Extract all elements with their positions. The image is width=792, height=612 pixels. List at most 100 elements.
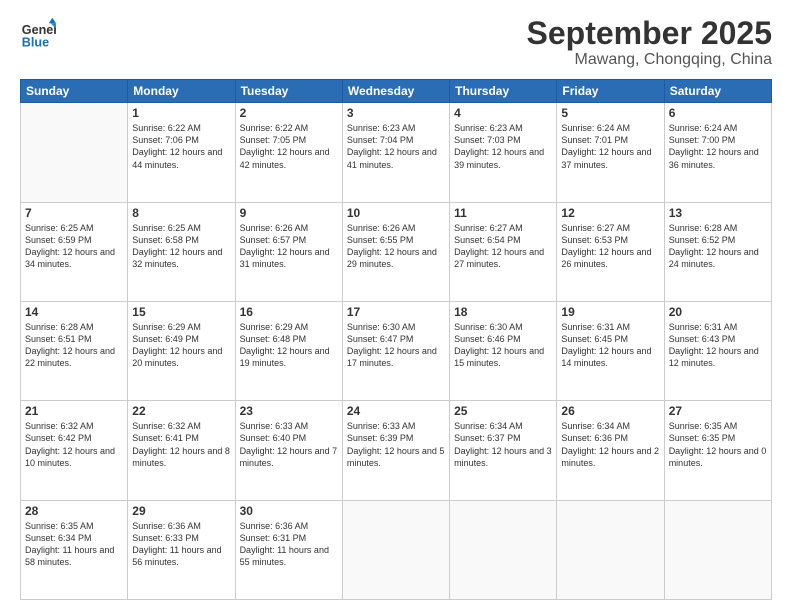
day-number: 11 <box>454 206 552 220</box>
calendar-cell: 1 Sunrise: 6:22 AMSunset: 7:06 PMDaylight… <box>128 103 235 202</box>
calendar-cell: 3 Sunrise: 6:23 AMSunset: 7:04 PMDaylight… <box>342 103 449 202</box>
week-row-3: 21Sunrise: 6:32 AMSunset: 6:42 PMDayligh… <box>21 401 772 500</box>
day-number: 18 <box>454 305 552 319</box>
day-number: 10 <box>347 206 445 220</box>
calendar-cell: 5 Sunrise: 6:24 AMSunset: 7:01 PMDaylight… <box>557 103 664 202</box>
cell-info: Sunrise: 6:33 AMSunset: 6:39 PMDaylight:… <box>347 420 445 469</box>
calendar-cell: 13Sunrise: 6:28 AMSunset: 6:52 PMDayligh… <box>664 202 771 301</box>
calendar-cell: 6 Sunrise: 6:24 AMSunset: 7:00 PMDaylight… <box>664 103 771 202</box>
calendar-cell: 23Sunrise: 6:33 AMSunset: 6:40 PMDayligh… <box>235 401 342 500</box>
cell-info: Sunrise: 6:33 AMSunset: 6:40 PMDaylight:… <box>240 420 338 469</box>
cell-info: Sunrise: 6:23 AMSunset: 7:04 PMDaylight:… <box>347 122 445 171</box>
day-number: 24 <box>347 404 445 418</box>
calendar-cell: 11 Sunrise: 6:27 AMSunset: 6:54 PMDayligh… <box>450 202 557 301</box>
month-title: September 2025 <box>527 16 772 51</box>
day-number: 15 <box>132 305 230 319</box>
day-number: 19 <box>561 305 659 319</box>
day-number: 6 <box>669 106 767 120</box>
cell-info: Sunrise: 6:29 AMSunset: 6:48 PMDaylight:… <box>240 321 338 370</box>
calendar-header-row: SundayMondayTuesdayWednesdayThursdayFrid… <box>21 80 772 103</box>
calendar-cell: 4Sunrise: 6:23 AMSunset: 7:03 PMDaylight… <box>450 103 557 202</box>
cell-info: Sunrise: 6:36 AMSunset: 6:31 PMDaylight:… <box>240 520 338 569</box>
day-number: 1 <box>132 106 230 120</box>
cell-info: Sunrise: 6:22 AMSunset: 7:05 PMDaylight:… <box>240 122 338 171</box>
cell-info: Sunrise: 6:25 AMSunset: 6:59 PMDaylight:… <box>25 222 123 271</box>
title-block: September 2025 Mawang, Chongqing, China <box>527 16 772 69</box>
calendar-cell: 30 Sunrise: 6:36 AMSunset: 6:31 PMDayligh… <box>235 500 342 599</box>
calendar-cell: 15 Sunrise: 6:29 AMSunset: 6:49 PMDayligh… <box>128 301 235 400</box>
calendar-cell: 22 Sunrise: 6:32 AMSunset: 6:41 PMDayligh… <box>128 401 235 500</box>
calendar-cell: 21Sunrise: 6:32 AMSunset: 6:42 PMDayligh… <box>21 401 128 500</box>
calendar-cell <box>450 500 557 599</box>
calendar-cell <box>21 103 128 202</box>
calendar-cell: 14 Sunrise: 6:28 AMSunset: 6:51 PMDayligh… <box>21 301 128 400</box>
col-header-friday: Friday <box>557 80 664 103</box>
calendar-cell: 7 Sunrise: 6:25 AMSunset: 6:59 PMDaylight… <box>21 202 128 301</box>
col-header-sunday: Sunday <box>21 80 128 103</box>
day-number: 5 <box>561 106 659 120</box>
day-number: 16 <box>240 305 338 319</box>
cell-info: Sunrise: 6:26 AMSunset: 6:57 PMDaylight:… <box>240 222 338 271</box>
calendar-cell: 19 Sunrise: 6:31 AMSunset: 6:45 PMDayligh… <box>557 301 664 400</box>
week-row-4: 28 Sunrise: 6:35 AMSunset: 6:34 PMDayligh… <box>21 500 772 599</box>
location-title: Mawang, Chongqing, China <box>527 51 772 69</box>
calendar-table: SundayMondayTuesdayWednesdayThursdayFrid… <box>20 79 772 600</box>
day-number: 13 <box>669 206 767 220</box>
day-number: 14 <box>25 305 123 319</box>
cell-info: Sunrise: 6:31 AMSunset: 6:45 PMDaylight:… <box>561 321 659 370</box>
calendar-cell: 28 Sunrise: 6:35 AMSunset: 6:34 PMDayligh… <box>21 500 128 599</box>
col-header-thursday: Thursday <box>450 80 557 103</box>
page: General Blue September 2025 Mawang, Chon… <box>0 0 792 612</box>
calendar-cell <box>342 500 449 599</box>
calendar-cell: 24 Sunrise: 6:33 AMSunset: 6:39 PMDayligh… <box>342 401 449 500</box>
day-number: 25 <box>454 404 552 418</box>
calendar-cell: 20 Sunrise: 6:31 AMSunset: 6:43 PMDayligh… <box>664 301 771 400</box>
cell-info: Sunrise: 6:26 AMSunset: 6:55 PMDaylight:… <box>347 222 445 271</box>
day-number: 7 <box>25 206 123 220</box>
week-row-0: 1 Sunrise: 6:22 AMSunset: 7:06 PMDaylight… <box>21 103 772 202</box>
calendar-cell <box>664 500 771 599</box>
day-number: 20 <box>669 305 767 319</box>
cell-info: Sunrise: 6:24 AMSunset: 7:01 PMDaylight:… <box>561 122 659 171</box>
cell-info: Sunrise: 6:32 AMSunset: 6:41 PMDaylight:… <box>132 420 230 469</box>
header: General Blue September 2025 Mawang, Chon… <box>20 16 772 69</box>
cell-info: Sunrise: 6:25 AMSunset: 6:58 PMDaylight:… <box>132 222 230 271</box>
day-number: 4 <box>454 106 552 120</box>
day-number: 3 <box>347 106 445 120</box>
cell-info: Sunrise: 6:35 AMSunset: 6:34 PMDaylight:… <box>25 520 123 569</box>
cell-info: Sunrise: 6:27 AMSunset: 6:54 PMDaylight:… <box>454 222 552 271</box>
calendar-cell: 12 Sunrise: 6:27 AMSunset: 6:53 PMDayligh… <box>557 202 664 301</box>
logo: General Blue <box>20 16 56 52</box>
calendar-cell: 29Sunrise: 6:36 AMSunset: 6:33 PMDayligh… <box>128 500 235 599</box>
cell-info: Sunrise: 6:31 AMSunset: 6:43 PMDaylight:… <box>669 321 767 370</box>
day-number: 28 <box>25 504 123 518</box>
calendar-cell: 8 Sunrise: 6:25 AMSunset: 6:58 PMDaylight… <box>128 202 235 301</box>
day-number: 29 <box>132 504 230 518</box>
day-number: 27 <box>669 404 767 418</box>
calendar-cell: 18 Sunrise: 6:30 AMSunset: 6:46 PMDayligh… <box>450 301 557 400</box>
day-number: 9 <box>240 206 338 220</box>
col-header-monday: Monday <box>128 80 235 103</box>
col-header-wednesday: Wednesday <box>342 80 449 103</box>
logo-icon: General Blue <box>20 16 56 52</box>
cell-info: Sunrise: 6:30 AMSunset: 6:46 PMDaylight:… <box>454 321 552 370</box>
cell-info: Sunrise: 6:24 AMSunset: 7:00 PMDaylight:… <box>669 122 767 171</box>
cell-info: Sunrise: 6:28 AMSunset: 6:51 PMDaylight:… <box>25 321 123 370</box>
calendar-cell: 26Sunrise: 6:34 AMSunset: 6:36 PMDayligh… <box>557 401 664 500</box>
cell-info: Sunrise: 6:35 AMSunset: 6:35 PMDaylight:… <box>669 420 767 469</box>
day-number: 30 <box>240 504 338 518</box>
calendar-cell: 25 Sunrise: 6:34 AMSunset: 6:37 PMDayligh… <box>450 401 557 500</box>
cell-info: Sunrise: 6:27 AMSunset: 6:53 PMDaylight:… <box>561 222 659 271</box>
day-number: 12 <box>561 206 659 220</box>
day-number: 22 <box>132 404 230 418</box>
cell-info: Sunrise: 6:22 AMSunset: 7:06 PMDaylight:… <box>132 122 230 171</box>
day-number: 17 <box>347 305 445 319</box>
cell-info: Sunrise: 6:30 AMSunset: 6:47 PMDaylight:… <box>347 321 445 370</box>
cell-info: Sunrise: 6:34 AMSunset: 6:37 PMDaylight:… <box>454 420 552 469</box>
calendar-cell: 10 Sunrise: 6:26 AMSunset: 6:55 PMDayligh… <box>342 202 449 301</box>
day-number: 8 <box>132 206 230 220</box>
day-number: 26 <box>561 404 659 418</box>
calendar-cell: 16 Sunrise: 6:29 AMSunset: 6:48 PMDayligh… <box>235 301 342 400</box>
cell-info: Sunrise: 6:29 AMSunset: 6:49 PMDaylight:… <box>132 321 230 370</box>
cell-info: Sunrise: 6:32 AMSunset: 6:42 PMDaylight:… <box>25 420 123 469</box>
